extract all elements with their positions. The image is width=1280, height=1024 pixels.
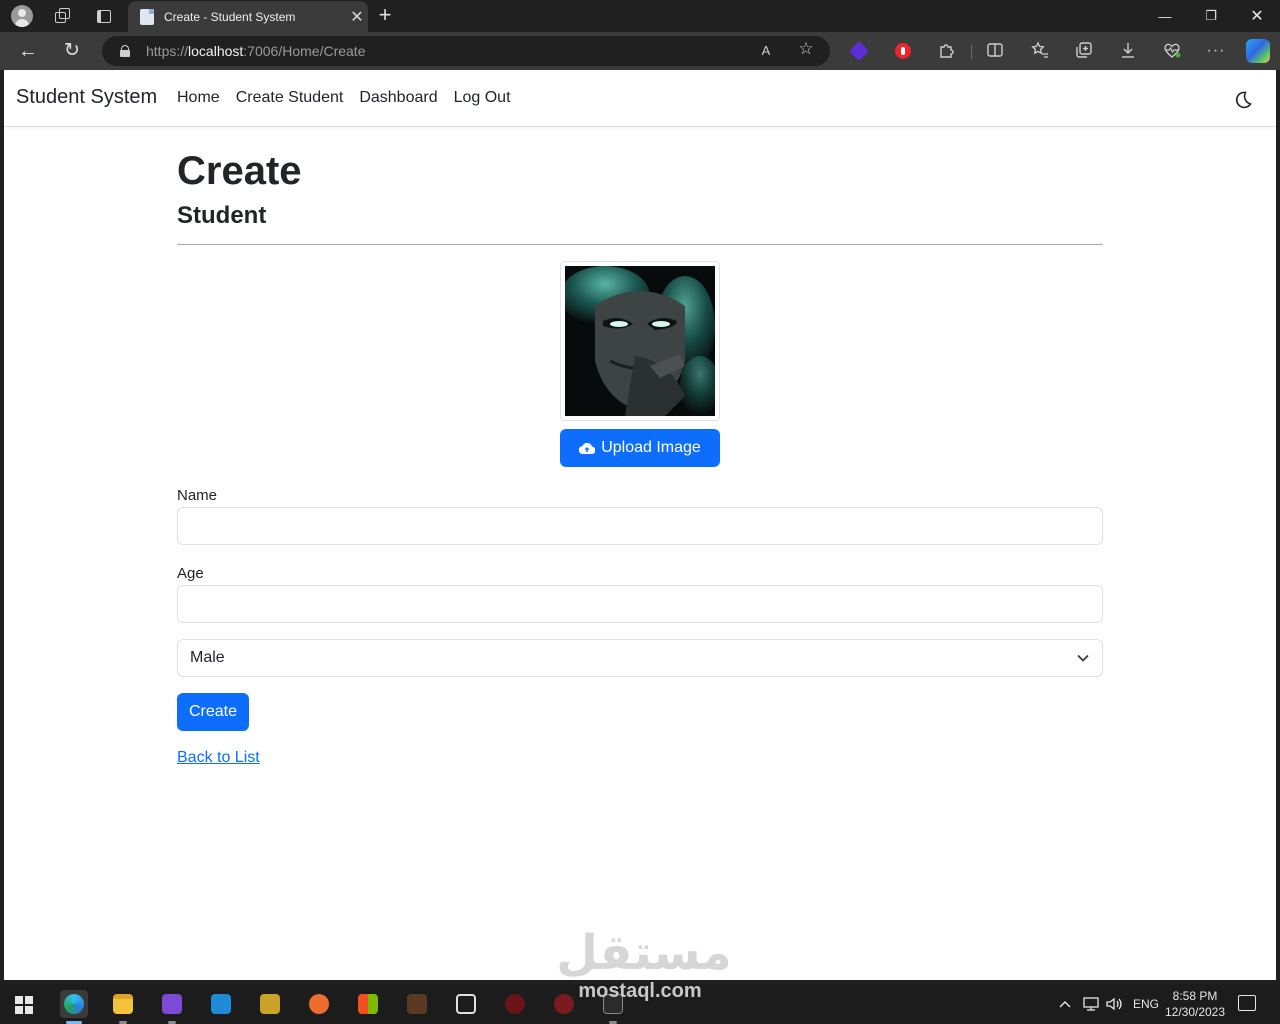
nav-link-dashboard[interactable]: Dashboard (359, 89, 437, 107)
taskbar-postman-icon[interactable] (305, 990, 333, 1018)
extension-purple-icon[interactable] (849, 41, 869, 61)
url-text[interactable]: https://localhost:7006/Home/Create (146, 43, 365, 59)
lock-icon[interactable] (120, 45, 130, 57)
watermark-arabic-text: مستقل (556, 927, 732, 980)
upload-image-button[interactable]: Upload Image (560, 429, 720, 467)
chevron-down-icon (1077, 654, 1089, 662)
favorites-icon[interactable] (1030, 41, 1050, 61)
language-indicator[interactable]: ENG (1133, 984, 1159, 1024)
navbar-links: Home Create Student Dashboard Log Out (177, 89, 527, 107)
page-viewport: Student System Home Create Student Dashb… (4, 70, 1276, 980)
profile-avatar-icon[interactable] (11, 5, 33, 27)
window-close-icon[interactable]: ✕ (1234, 4, 1280, 28)
upload-image-label: Upload Image (601, 439, 701, 456)
toolbar-separator (971, 45, 972, 59)
name-input[interactable] (177, 507, 1103, 545)
browser-tab-bar: Create - Student System ✕ + — ❐ ✕ (0, 0, 1280, 32)
age-label: Age (177, 565, 204, 582)
collections-icon[interactable] (1074, 41, 1094, 61)
taskbar-edge-icon[interactable] (60, 990, 88, 1024)
section-divider (177, 244, 1103, 245)
browser-toolbar: ← ↻ https://localhost:7006/Home/Create A… (0, 32, 1280, 70)
student-photo-image (565, 266, 715, 416)
taskbar-store-icon[interactable] (354, 990, 382, 1018)
back-arrow-icon[interactable]: ← (16, 39, 40, 63)
page-title: Create (177, 149, 302, 193)
tab-actions-icon[interactable] (93, 5, 115, 27)
nav-link-create-student[interactable]: Create Student (236, 89, 344, 107)
workspaces-icon[interactable] (52, 5, 74, 27)
adblock-extension-icon[interactable] (893, 41, 913, 61)
site-navbar: Student System Home Create Student Dashb… (4, 70, 1276, 127)
taskbar-task-view-icon[interactable] (452, 990, 480, 1018)
back-to-list-link[interactable]: Back to List (177, 749, 260, 767)
new-tab-icon[interactable]: + (375, 3, 395, 27)
name-label: Name (177, 487, 218, 504)
watermark-latin-text: mostaql.com (578, 980, 702, 1002)
extensions-puzzle-icon[interactable] (937, 41, 957, 61)
taskbar-visual-studio-icon[interactable] (158, 990, 186, 1024)
network-icon[interactable] (1083, 984, 1099, 1024)
navbar-brand[interactable]: Student System (16, 86, 157, 109)
tab-close-icon[interactable]: ✕ (346, 7, 368, 27)
volume-icon[interactable] (1106, 984, 1124, 1024)
watermark: مستقل (544, 930, 744, 978)
gender-select[interactable]: Male (177, 639, 1103, 677)
taskbar-app-icon-10[interactable] (501, 990, 529, 1018)
favorite-star-icon[interactable]: ☆ (796, 39, 816, 59)
create-button[interactable]: Create (177, 693, 249, 731)
windows-start-icon[interactable] (15, 996, 33, 1014)
restore-icon[interactable]: ❐ (1188, 4, 1234, 28)
tray-chevron-up-icon[interactable] (1059, 984, 1071, 1024)
address-bar[interactable]: https://localhost:7006/Home/Create A ☆ (102, 36, 830, 66)
copilot-icon[interactable] (1246, 39, 1270, 63)
split-screen-icon[interactable] (985, 41, 1005, 61)
age-input[interactable] (177, 585, 1103, 623)
clock-date: 12/30/2023 (1164, 1005, 1226, 1019)
taskbar-clock[interactable]: 8:58 PM 12/30/2023 (1160, 988, 1230, 1020)
notifications-icon[interactable] (1238, 995, 1256, 1011)
page-subtitle: Student (177, 202, 267, 229)
taskbar-vscode-icon[interactable] (207, 990, 235, 1018)
read-aloud-icon[interactable]: A (756, 43, 776, 58)
nav-link-home[interactable]: Home (177, 89, 220, 107)
more-options-icon[interactable]: ··· (1206, 41, 1226, 61)
taskbar-file-explorer-icon[interactable] (109, 990, 137, 1024)
tab-title: Create - Student System (164, 9, 296, 24)
student-photo-preview (560, 261, 720, 421)
browser-essentials-icon[interactable] (1162, 41, 1182, 61)
gender-selected-value: Male (190, 649, 225, 666)
nav-link-log-out[interactable]: Log Out (454, 89, 511, 107)
downloads-icon[interactable] (1118, 41, 1138, 61)
active-tab[interactable]: Create - Student System ✕ (128, 1, 368, 32)
clock-time: 8:58 PM (1172, 989, 1218, 1003)
theme-toggle-moon-icon[interactable] (1232, 89, 1254, 111)
cloud-upload-icon (579, 442, 596, 454)
taskbar-app-icon-8[interactable] (403, 990, 431, 1018)
taskbar-app-icon-5[interactable] (256, 990, 284, 1018)
reload-icon[interactable]: ↻ (60, 39, 84, 63)
minimize-icon[interactable]: — (1142, 4, 1188, 28)
page-favicon-icon (140, 8, 154, 25)
